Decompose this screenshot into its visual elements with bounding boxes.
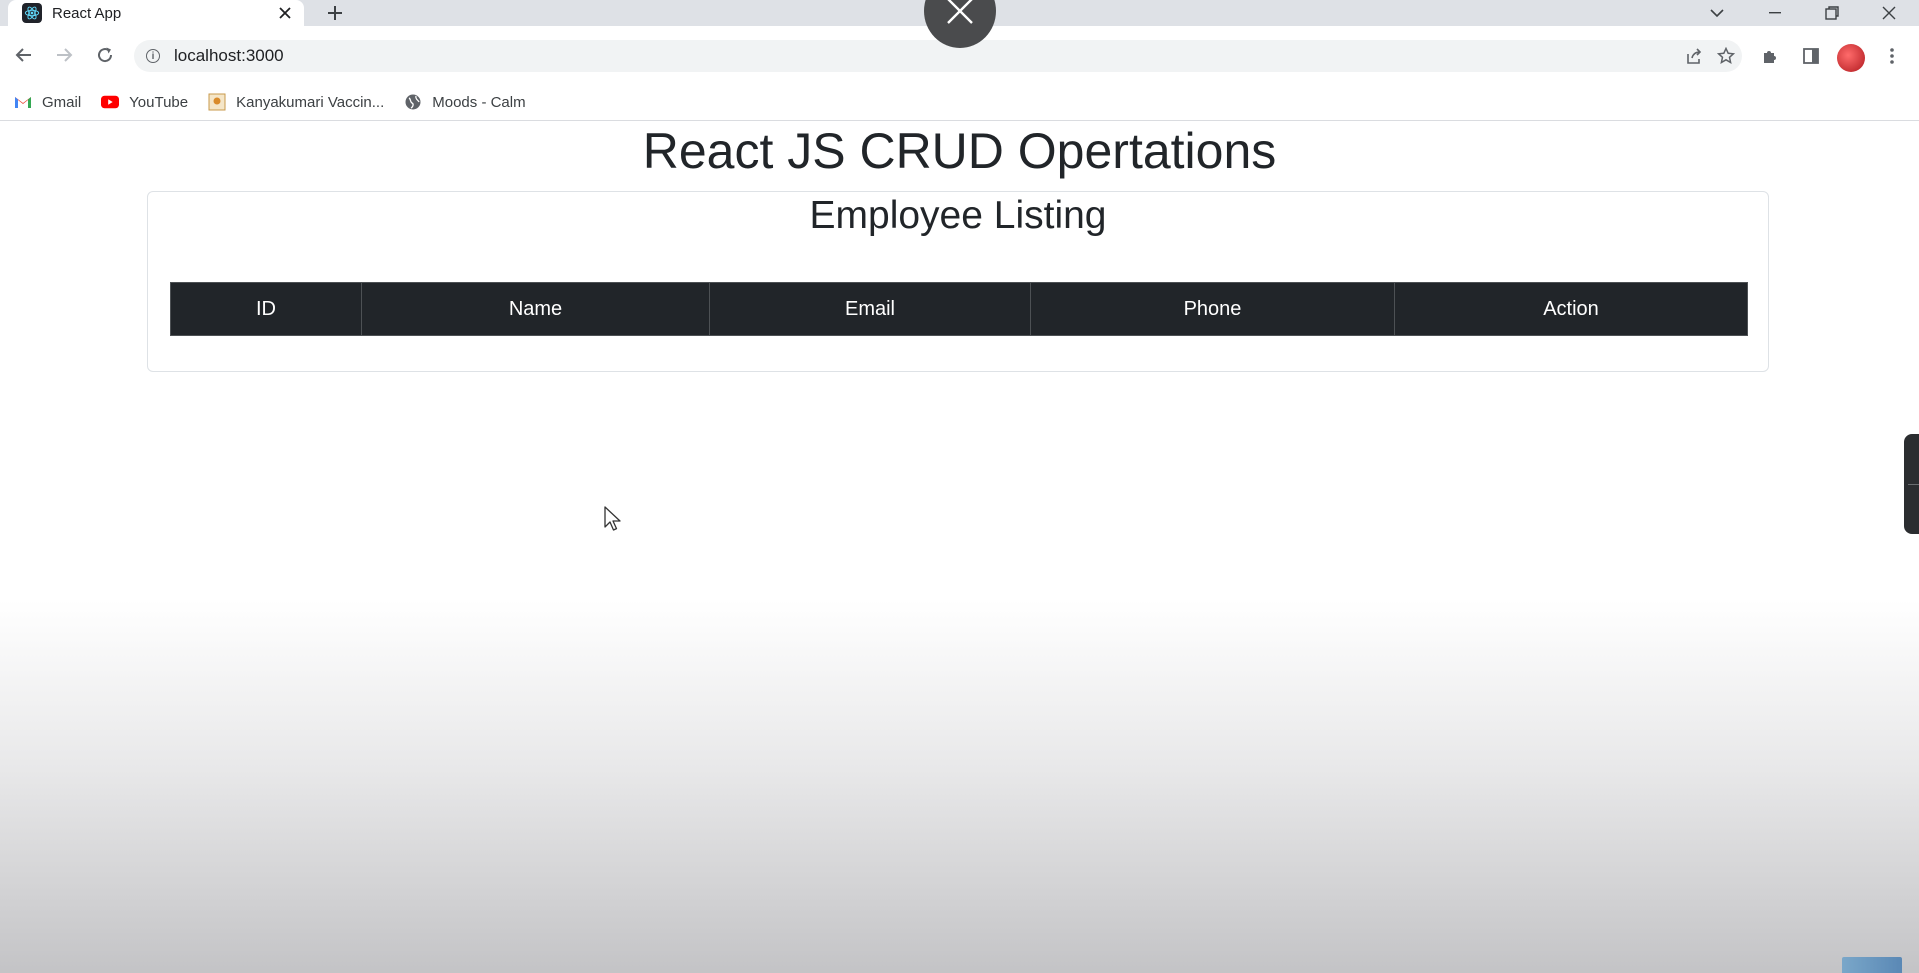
reload-icon[interactable] [91, 41, 119, 69]
menu-kebab-icon[interactable] [1877, 41, 1907, 71]
back-icon[interactable] [10, 41, 38, 69]
column-header-name: Name [361, 282, 710, 336]
tab-search-icon[interactable] [1694, 0, 1740, 26]
employee-table: ID Name Email Phone Action [170, 282, 1748, 336]
table-header-row: ID Name Email Phone Action [170, 282, 1748, 336]
tab-close-icon[interactable] [272, 0, 298, 26]
bookmark-label: Kanyakumari Vaccin... [236, 93, 385, 111]
gmail-icon [14, 93, 32, 111]
profile-avatar[interactable] [1837, 44, 1865, 72]
employee-listing-card: Employee Listing ID Name Email Phone Act… [147, 191, 1769, 372]
new-tab-button[interactable] [320, 0, 350, 26]
bookmark-youtube[interactable]: YouTube [101, 93, 188, 111]
corner-thumbnail [1842, 957, 1902, 973]
url-text: localhost:3000 [174, 46, 284, 65]
bookmark-moods-calm[interactable]: Moods - Calm [404, 93, 526, 111]
video-bottom-gradient [0, 600, 1919, 973]
mouse-cursor-icon [604, 506, 622, 537]
bookmark-star-icon[interactable] [1710, 40, 1742, 72]
bookmark-label: YouTube [129, 93, 189, 111]
share-icon[interactable] [1678, 40, 1710, 72]
column-header-email: Email [709, 282, 1031, 336]
bookmark-image-icon [208, 93, 226, 111]
minimize-icon[interactable] [1752, 0, 1798, 26]
column-header-id: ID [170, 282, 362, 336]
globe-icon [404, 93, 422, 111]
bookmark-label: Gmail [42, 93, 82, 111]
extensions-icon[interactable] [1755, 41, 1785, 71]
site-info-icon[interactable]: i [146, 49, 160, 63]
tab-title: React App [52, 4, 122, 22]
react-favicon-icon [22, 3, 42, 23]
card-title: Employee Listing [809, 194, 1107, 237]
bookmark-label: Moods - Calm [432, 93, 526, 111]
close-window-icon[interactable] [1866, 0, 1912, 26]
column-header-action: Action [1394, 282, 1748, 336]
bookmark-gmail[interactable]: Gmail [14, 93, 81, 111]
bookmark-kanyakumari[interactable]: Kanyakumari Vaccin... [208, 93, 384, 111]
bookmarks-bar: Gmail YouTube Kanyakumari Vaccin... Mood… [0, 84, 1919, 121]
column-header-phone: Phone [1030, 282, 1395, 336]
forward-icon[interactable] [50, 41, 78, 69]
browser-tab[interactable]: React App [8, 0, 304, 26]
restore-icon[interactable] [1809, 0, 1855, 26]
side-panel-icon[interactable] [1796, 41, 1826, 71]
page-title: React JS CRUD Opertations [642, 123, 1277, 179]
youtube-icon [101, 93, 120, 111]
address-bar[interactable]: i localhost:3000 [134, 40, 1742, 72]
close-icon [946, 0, 974, 30]
side-drawer-handle[interactable] [1904, 434, 1919, 534]
